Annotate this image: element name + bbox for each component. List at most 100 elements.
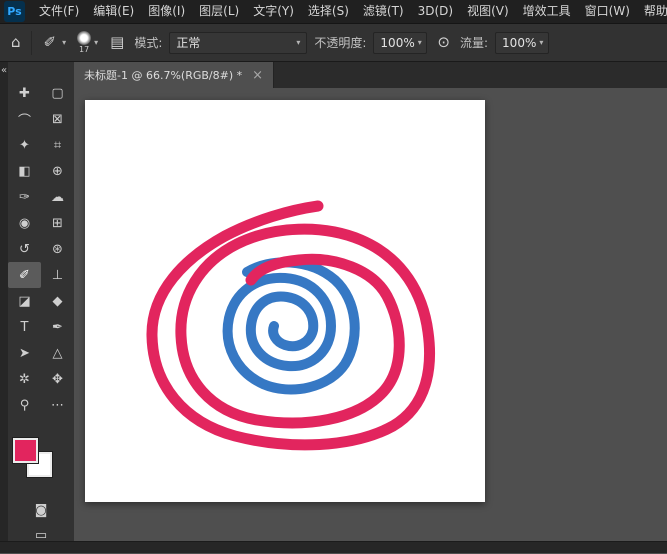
type-tool[interactable]: T [8,314,41,340]
menu-item-select[interactable]: 选择(S) [301,0,356,23]
object-selection-tool[interactable]: ⊠ [41,106,74,132]
pink-spiral-stroke [146,200,436,451]
lasso-tool[interactable]: ⌒ [8,106,41,132]
chevron-down-icon: ▾ [539,38,544,47]
menu-item-3d[interactable]: 3D(D) [411,0,460,23]
pen-tool-icon: ✒ [52,319,63,335]
main-area: « ✚ ▢ ⌒ ⊠ ✦ ⌗ ◧ ⊕ ✑ ☁ ◉ ⊞ ↺ ⊛ ✐ ⊥ ◪ ◆ T ✒ ➤ △ ✲ ✥ ⚲ ⋯ ◙ ▭ 未标题-1 @… [0,62,667,543]
divider [30,30,32,55]
paint-bucket-tool[interactable]: ◆ [41,288,74,314]
opacity-label: 不透明度: [314,36,367,50]
menu-item-view[interactable]: 视图(V) [460,0,516,23]
menu-item-file[interactable]: 文件(F) [32,0,86,23]
eyedropper-tool[interactable]: ✑ [8,184,41,210]
eraser-tool[interactable]: ◪ [8,288,41,314]
eyedropper-tool-icon: ✑ [19,189,30,205]
zoom-tool-icon: ⚲ [19,397,30,413]
color-swatches [8,438,74,482]
brush-preview: 17 [77,31,92,54]
mixer-brush-tool[interactable]: ☁ [41,184,74,210]
home-icon[interactable]: ⌂ [8,33,24,52]
crop-tool[interactable]: ⊞ [41,210,74,236]
move-tool[interactable]: ✚ [8,80,41,106]
brush-tool-icon: ✐ [19,267,30,283]
left-rail: « [0,62,8,541]
menu-item-layer[interactable]: 图层(L) [192,0,246,23]
pattern-stamp-tool[interactable]: ⊥ [41,262,74,288]
quick-mask-button[interactable]: ◙ [28,500,54,520]
opacity-select[interactable]: 100% ▾ [373,31,428,54]
clone-stamp-tool[interactable]: ⊕ [41,158,74,184]
paint-bucket-tool-icon: ◆ [52,293,63,309]
tab-bar: 未标题-1 @ 66.7%(RGB/8#) * × [74,62,667,88]
toolbar-bottom: ◙ ▭ [8,500,74,545]
brush-preset-picker[interactable]: ✐ ▾ [39,31,69,54]
menu-item-filter[interactable]: 滤镜(T) [356,0,411,23]
hand-tool[interactable]: ✥ [41,366,74,392]
gradient-tool-icon: ◧ [18,163,31,179]
screen-mode-button[interactable]: ▭ [28,525,54,545]
menu-item-plugins[interactable]: 增效工具 [516,0,578,23]
brush-tool-icon: ✐ [43,33,57,51]
clone-stamp-tool-icon: ⊕ [52,163,63,179]
marquee-tool[interactable]: ▢ [41,80,74,106]
move-tool-icon: ✚ [19,85,30,101]
menu-bar: Ps 文件(F) 编辑(E) 图像(I) 图层(L) 文字(Y) 选择(S) 滤镜(T) 3D… [0,0,667,24]
quick-selection-tool[interactable]: ✦ [8,132,41,158]
pasteboard [74,88,667,541]
menu-items: 文件(F) 编辑(E) 图像(I) 图层(L) 文字(Y) 选择(S) 滤镜(T) 3D(D)… [32,0,667,23]
brush-tool[interactable]: ✐ [8,262,41,288]
brush-size-picker[interactable]: 17 ▾ [75,29,100,56]
shape-tool[interactable]: △ [41,340,74,366]
path-selection-tool[interactable]: ➤ [8,340,41,366]
chevron-down-icon: ▾ [94,38,99,47]
zoom-tool[interactable]: ⚲ [8,392,41,418]
pen-tool[interactable]: ✒ [41,314,74,340]
edit-toolbar-tool[interactable]: ⋯ [41,392,74,418]
menu-item-image[interactable]: 图像(I) [141,0,192,23]
menu-item-type[interactable]: 文字(Y) [246,0,301,23]
menu-item-edit[interactable]: 编辑(E) [86,0,141,23]
spot-healing-tool[interactable]: ⊛ [41,236,74,262]
history-brush-tool-icon: ↺ [19,241,30,257]
screen-mode-icon: ▭ [34,527,48,543]
toggle-brush-panel-icon[interactable]: ▤ [107,33,127,52]
rotate-view-tool-icon: ✲ [19,371,30,387]
blend-mode-value: 正常 [176,36,201,50]
menu-item-window[interactable]: 窗口(W) [578,0,637,23]
status-bar [0,541,667,553]
collapse-toolbar-button[interactable]: « [1,65,7,77]
menu-item-help[interactable]: 帮助(H) [637,0,667,23]
mixer-brush-tool-icon: ☁ [51,189,64,205]
hand-tool-icon: ✥ [52,371,63,387]
history-brush-tool[interactable]: ↺ [8,236,41,262]
options-bar: ⌂ ✐ ▾ 17 ▾ ▤ 模式: 正常 ▾ 不透明度: 100% ▾ ⊙ 流量:… [0,24,667,62]
close-icon[interactable]: × [252,69,263,82]
chevron-down-icon: ▾ [62,38,67,47]
canvas[interactable] [85,100,485,502]
brush-tip-icon [77,31,92,45]
ruler-tool-icon: ⌗ [53,137,62,153]
flow-select[interactable]: 100% ▾ [495,31,550,54]
pen-pressure-icon[interactable]: ⊙ [434,33,453,52]
flow-label: 流量: [460,36,489,50]
canvas-drawing [146,200,436,451]
blur-tool-icon: ◉ [18,215,31,231]
blur-tool[interactable]: ◉ [8,210,41,236]
document-tab-title: 未标题-1 @ 66.7%(RGB/8#) * [84,69,243,82]
lasso-tool-icon: ⌒ [17,113,31,129]
crop-tool-icon: ⊞ [52,215,63,231]
toolbar: ✚ ▢ ⌒ ⊠ ✦ ⌗ ◧ ⊕ ✑ ☁ ◉ ⊞ ↺ ⊛ ✐ ⊥ ◪ ◆ T ✒ ➤ △ ✲ ✥ ⚲ ⋯ ◙ ▭ [8,62,74,543]
eraser-tool-icon: ◪ [18,293,31,309]
edit-toolbar-tool-icon: ⋯ [51,397,64,413]
foreground-color-swatch[interactable] [13,438,38,463]
document-tab[interactable]: 未标题-1 @ 66.7%(RGB/8#) * × [74,62,275,88]
shape-tool-icon: △ [52,345,63,361]
ruler-tool[interactable]: ⌗ [41,132,74,158]
opacity-value: 100% [380,35,415,50]
blend-mode-select[interactable]: 正常 ▾ [169,31,308,54]
rotate-view-tool[interactable]: ✲ [8,366,41,392]
gradient-tool[interactable]: ◧ [8,158,41,184]
chevron-down-icon: ▾ [296,38,301,47]
tool-grid: ✚ ▢ ⌒ ⊠ ✦ ⌗ ◧ ⊕ ✑ ☁ ◉ ⊞ ↺ ⊛ ✐ ⊥ ◪ ◆ T ✒ ➤ △ ✲ ✥ ⚲ ⋯ [8,80,74,418]
